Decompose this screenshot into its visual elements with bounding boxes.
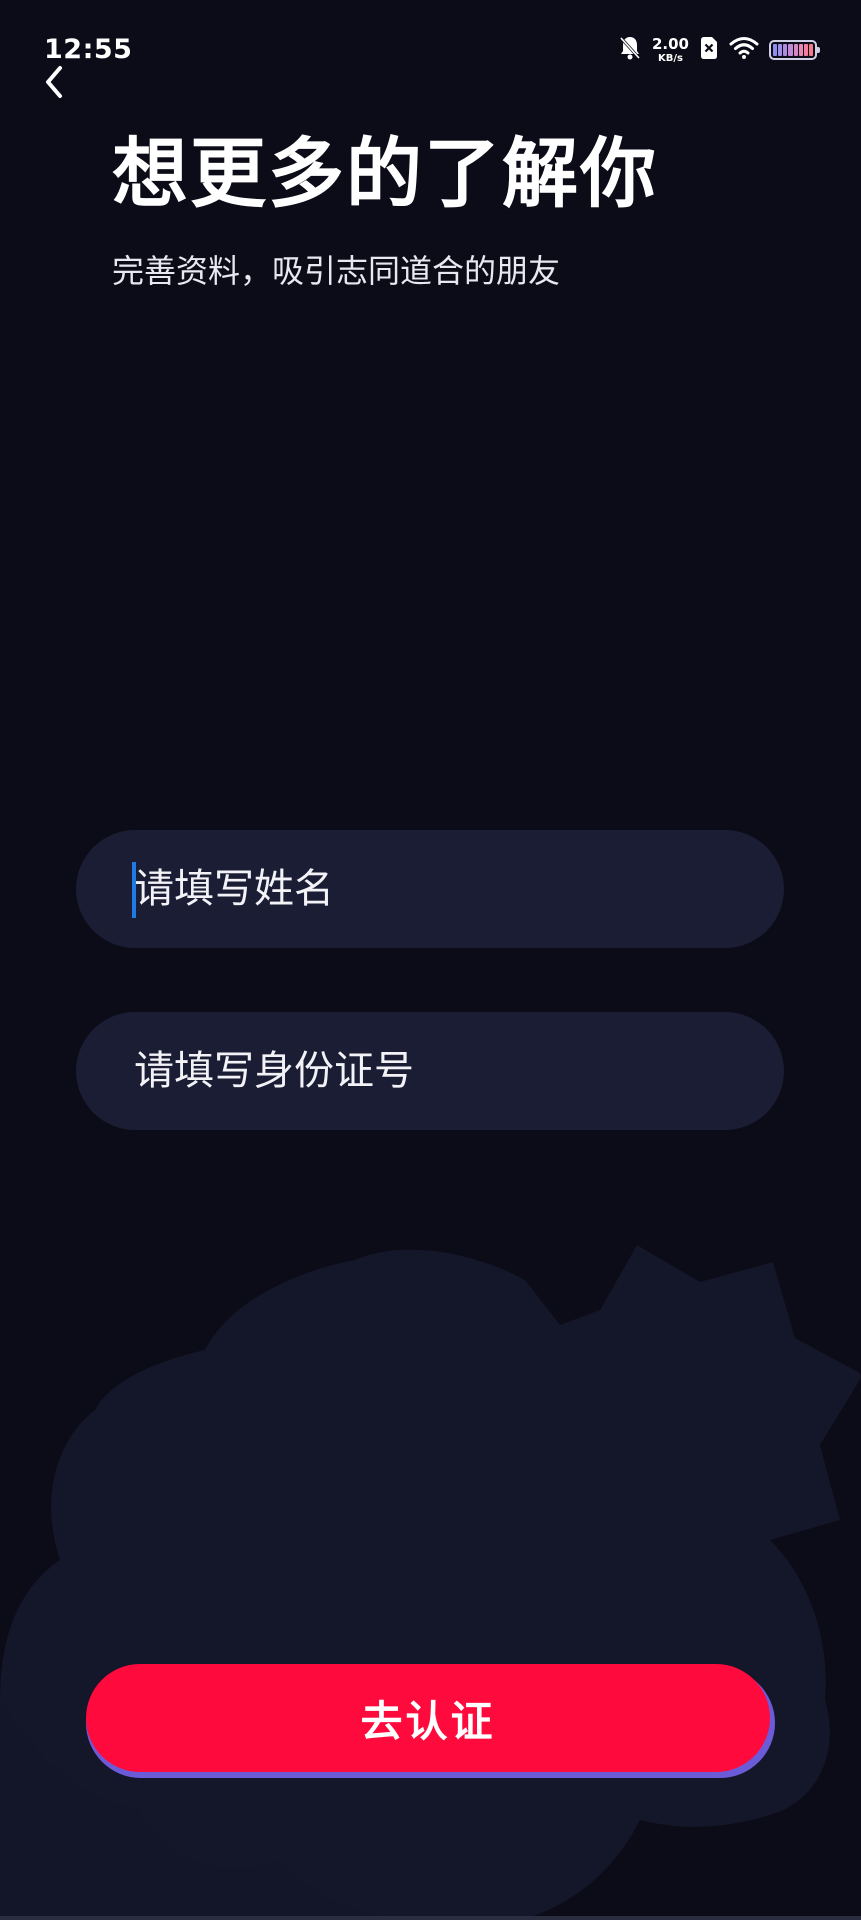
page-title: 想更多的了解你 <box>112 129 658 218</box>
sim-off-icon <box>699 36 719 64</box>
verify-button[interactable]: 去认证 <box>86 1664 770 1772</box>
back-button[interactable] <box>36 62 72 102</box>
page-subtitle: 完善资料，吸引志同道合的朋友 <box>112 252 561 290</box>
bottom-edge <box>0 1916 861 1920</box>
id-number-input[interactable] <box>134 1048 734 1094</box>
network-speed-value: 2.00 <box>651 34 689 53</box>
chevron-left-icon <box>46 66 62 98</box>
id-number-field[interactable] <box>76 1012 784 1130</box>
wifi-icon <box>729 36 759 64</box>
battery-icon <box>769 40 820 60</box>
status-time: 12:55 <box>44 34 133 65</box>
status-bar: 12:55 2.00 KB/s <box>0 0 861 74</box>
network-speed: 2.00 KB/s <box>651 34 689 64</box>
bell-muted-icon <box>618 35 642 65</box>
status-icons: 2.00 KB/s <box>618 34 820 66</box>
network-speed-unit: KB/s <box>658 52 683 64</box>
text-cursor <box>132 862 136 918</box>
name-input[interactable] <box>134 866 734 912</box>
name-field[interactable] <box>76 830 784 948</box>
